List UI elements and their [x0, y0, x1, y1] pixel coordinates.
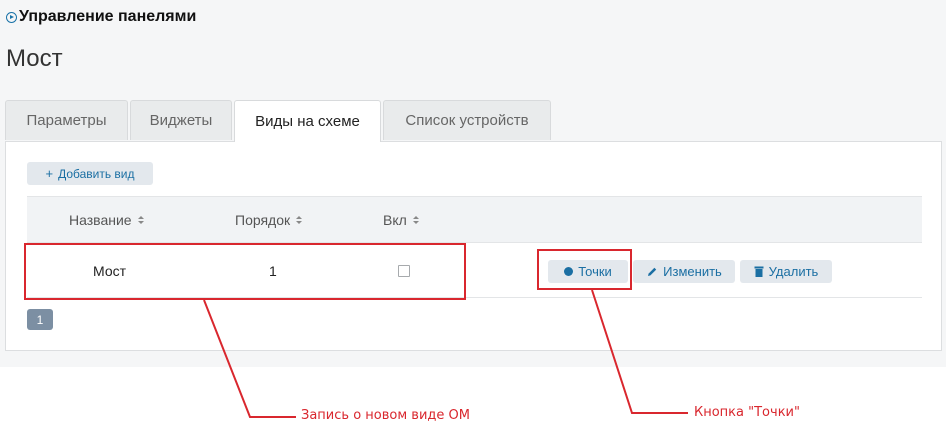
annotation-lines — [203, 289, 688, 418]
annotation-points-label: Кнопка "Точки" — [694, 405, 800, 420]
tab-views[interactable]: Виды на схеме — [234, 100, 381, 142]
annotation-line-record — [203, 299, 296, 418]
annotation-line-points — [591, 289, 688, 414]
annotation-record-label: Запись о новом виде ОМ — [301, 408, 470, 423]
